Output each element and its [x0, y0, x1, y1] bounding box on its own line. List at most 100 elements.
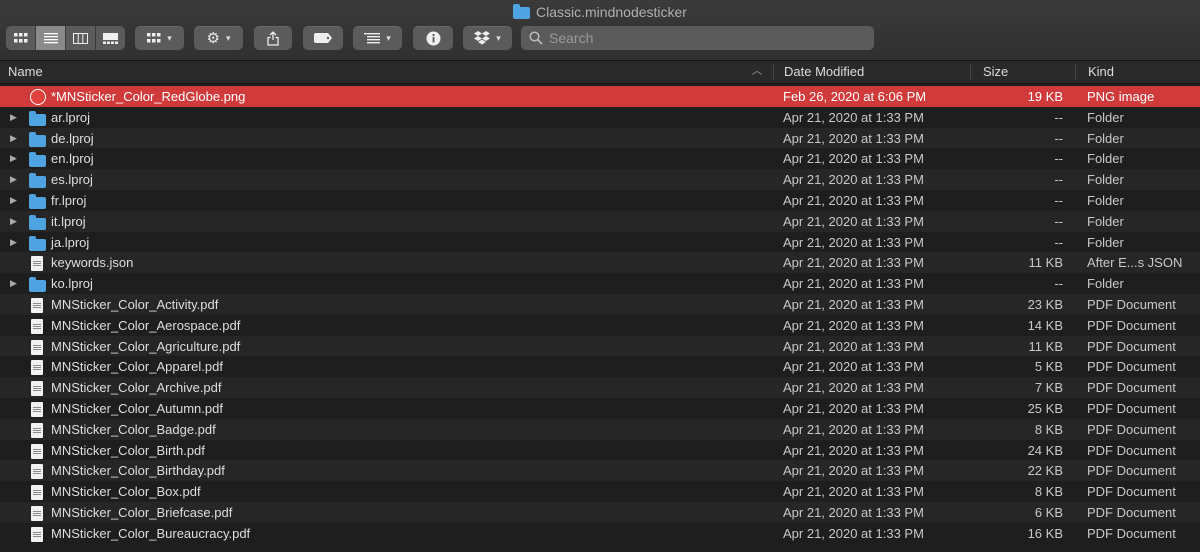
- chevron-down-icon: ▾: [225, 32, 231, 43]
- file-row[interactable]: MNSticker_Color_Bureaucracy.pdf Apr 21, 2…: [0, 523, 1200, 544]
- file-date-modified: Apr 21, 2020 at 1:33 PM: [783, 317, 924, 333]
- file-kind: PDF Document: [1087, 504, 1176, 520]
- file-date-modified: Apr 21, 2020 at 1:33 PM: [783, 421, 924, 437]
- file-kind: PDF Document: [1087, 380, 1176, 396]
- share-button[interactable]: [254, 26, 292, 50]
- file-row[interactable]: MNSticker_Color_Apparel.pdf Apr 21, 2020 …: [0, 356, 1200, 377]
- search-field[interactable]: [521, 26, 874, 50]
- folder-icon: [29, 193, 46, 209]
- file-row[interactable]: MNSticker_Color_Birth.pdf Apr 21, 2020 at…: [0, 440, 1200, 461]
- gallery-view-icon: [103, 32, 118, 44]
- document-icon: [29, 485, 46, 501]
- file-kind: Folder: [1087, 234, 1124, 250]
- column-divider[interactable]: [970, 64, 971, 80]
- document-icon: [29, 318, 46, 334]
- column-divider[interactable]: [1075, 64, 1076, 80]
- file-name: MNSticker_Color_Agriculture.pdf: [51, 338, 241, 354]
- file-name: *MNSticker_Color_RedGlobe.png: [51, 89, 246, 104]
- column-header-date[interactable]: Date Modified: [784, 61, 864, 83]
- list-view-icon: [43, 32, 58, 43]
- file-size: 23 KB: [1027, 296, 1063, 312]
- file-name: de.lproj: [51, 130, 94, 146]
- file-row[interactable]: MNSticker_Color_Activity.pdf Apr 21, 2020…: [0, 293, 1200, 315]
- folder-icon: [29, 173, 46, 189]
- file-row[interactable]: keywords.json Apr 21, 2020 at 1:33 PM 11 K…: [0, 252, 1200, 274]
- disclosure-triangle-icon[interactable]: ▶: [10, 190, 17, 211]
- disclosure-triangle-icon[interactable]: ▶: [10, 169, 17, 190]
- file-name: ko.lproj: [51, 276, 93, 292]
- file-kind: PDF Document: [1087, 525, 1176, 541]
- file-size: 11 KB: [1028, 338, 1063, 354]
- file-row[interactable]: ▶ ko.lproj Apr 21, 2020 at 1:33 PM -- Folder: [0, 273, 1200, 294]
- file-size: 5 KB: [1034, 359, 1063, 375]
- file-row[interactable]: MNSticker_Color_Box.pdf Apr 21, 2020 at 1…: [0, 481, 1200, 502]
- file-date-modified: Apr 21, 2020 at 1:33 PM: [783, 234, 924, 250]
- document-icon: [29, 464, 46, 480]
- document-icon: [29, 443, 46, 459]
- arrange-button[interactable]: ▾: [353, 26, 402, 50]
- file-name: en.lproj: [51, 151, 94, 167]
- file-name: MNSticker_Color_Birth.pdf: [51, 442, 205, 458]
- disclosure-triangle-icon[interactable]: ▶: [10, 148, 17, 169]
- file-name: fr.lproj: [51, 192, 87, 208]
- file-row[interactable]: MNSticker_Color_Aerospace.pdf Apr 21, 202…: [0, 315, 1200, 336]
- file-row[interactable]: MNSticker_Color_Badge.pdf Apr 21, 2020 at…: [0, 418, 1200, 440]
- file-kind: PNG image: [1087, 89, 1155, 104]
- file-size: --: [1054, 213, 1063, 229]
- gallery-view-button[interactable]: [96, 26, 125, 50]
- column-view-button[interactable]: [66, 26, 96, 50]
- search-input[interactable]: [547, 29, 871, 47]
- column-divider[interactable]: [773, 64, 774, 80]
- disclosure-triangle-icon[interactable]: ▶: [10, 273, 17, 294]
- file-date-modified: Apr 21, 2020 at 1:33 PM: [783, 109, 924, 125]
- file-row[interactable]: ▶ de.lproj Apr 21, 2020 at 1:33 PM -- Folder: [0, 127, 1200, 149]
- file-row[interactable]: MNSticker_Color_Autumn.pdf Apr 21, 2020 a…: [0, 398, 1200, 419]
- disclosure-triangle-icon[interactable]: ▶: [10, 232, 17, 253]
- list-view-button[interactable]: [36, 26, 66, 50]
- disclosure-triangle-icon[interactable]: ▶: [10, 211, 17, 232]
- file-name: MNSticker_Color_Apparel.pdf: [51, 359, 223, 375]
- group-by-button[interactable]: ▾: [135, 26, 184, 50]
- file-row[interactable]: MNSticker_Color_Birthday.pdf Apr 21, 2020…: [0, 460, 1200, 482]
- file-row[interactable]: ▶ es.lproj Apr 21, 2020 at 1:33 PM -- Folder: [0, 169, 1200, 190]
- folder-icon: [29, 131, 46, 147]
- file-kind: Folder: [1087, 172, 1124, 188]
- action-menu-button[interactable]: ⚙ ▾: [194, 26, 243, 50]
- file-date-modified: Apr 21, 2020 at 1:33 PM: [783, 255, 924, 271]
- get-info-button[interactable]: [413, 26, 453, 50]
- file-row[interactable]: ▶ fr.lproj Apr 21, 2020 at 1:33 PM -- Folder: [0, 190, 1200, 211]
- file-name: MNSticker_Color_Badge.pdf: [51, 421, 216, 437]
- tags-button[interactable]: [303, 26, 343, 50]
- file-size: 6 KB: [1034, 504, 1063, 520]
- file-row[interactable]: ▶ it.lproj Apr 21, 2020 at 1:33 PM -- Folder: [0, 210, 1200, 232]
- file-row[interactable]: MNSticker_Color_Agriculture.pdf Apr 21, 2…: [0, 335, 1200, 357]
- file-row[interactable]: ▶ ar.lproj Apr 21, 2020 at 1:33 PM -- Folder: [0, 107, 1200, 128]
- column-header-name[interactable]: Name: [8, 61, 43, 83]
- file-row[interactable]: ▶ en.lproj Apr 21, 2020 at 1:33 PM -- Folder: [0, 148, 1200, 169]
- file-date-modified: Apr 21, 2020 at 1:33 PM: [783, 359, 924, 375]
- file-date-modified: Apr 21, 2020 at 1:33 PM: [783, 400, 924, 416]
- file-row[interactable]: ▶ ja.lproj Apr 21, 2020 at 1:33 PM -- Folder: [0, 232, 1200, 253]
- disclosure-triangle-icon[interactable]: ▶: [10, 107, 17, 128]
- file-size: --: [1054, 130, 1063, 146]
- file-name: es.lproj: [51, 172, 93, 188]
- column-header-kind[interactable]: Kind: [1088, 61, 1114, 83]
- file-date-modified: Apr 21, 2020 at 1:33 PM: [783, 151, 924, 167]
- file-row[interactable]: MNSticker_Color_Briefcase.pdf Apr 21, 202…: [0, 501, 1200, 523]
- window-title-text: Classic.mindnodesticker: [536, 4, 687, 20]
- dropbox-button[interactable]: ▾: [463, 26, 512, 50]
- column-header-size[interactable]: Size: [983, 61, 1008, 83]
- file-name: keywords.json: [51, 255, 134, 271]
- file-kind: Folder: [1087, 109, 1124, 125]
- gear-icon: ⚙: [206, 30, 220, 47]
- file-kind: Folder: [1087, 213, 1124, 229]
- file-size: 22 KB: [1027, 463, 1063, 479]
- icon-view-button[interactable]: [6, 26, 36, 50]
- file-name: MNSticker_Color_Aerospace.pdf: [51, 317, 241, 333]
- file-row[interactable]: MNSticker_Color_Archive.pdf Apr 21, 2020 …: [0, 377, 1200, 398]
- disclosure-triangle-icon[interactable]: ▶: [10, 128, 17, 149]
- file-row[interactable]: *MNSticker_Color_RedGlobe.png Feb 26, 202…: [0, 86, 1200, 107]
- arrange-icon: [364, 32, 381, 43]
- group-icon: [147, 32, 161, 42]
- file-size: 8 KB: [1034, 421, 1063, 437]
